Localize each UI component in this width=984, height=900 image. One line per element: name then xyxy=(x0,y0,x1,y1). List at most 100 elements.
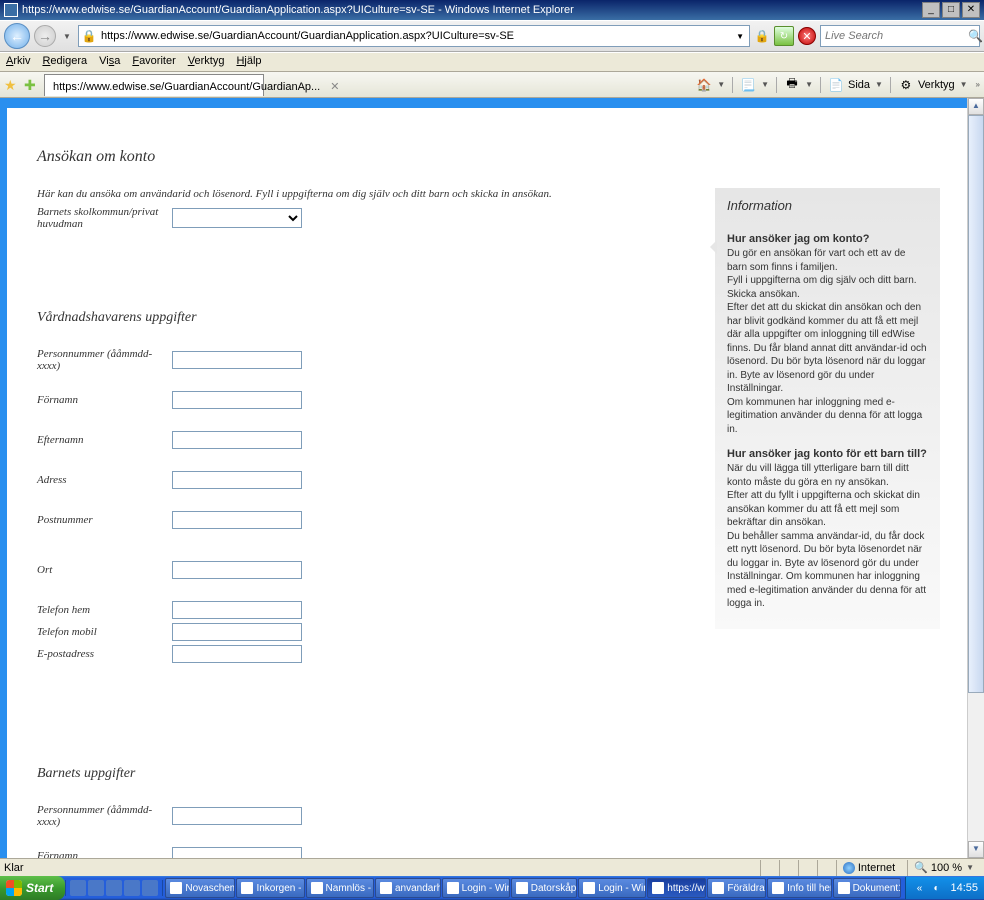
tab-strip: ★ ✚ https://www.edwise.se/GuardianAccoun… xyxy=(0,72,984,98)
scroll-thumb[interactable] xyxy=(968,115,984,693)
task-item[interactable]: Datorskåp fr... xyxy=(511,878,577,898)
history-dropdown[interactable]: ▼ xyxy=(60,26,74,46)
tab-close-icon[interactable]: ✕ xyxy=(330,80,339,93)
school-municipality-select[interactable] xyxy=(172,208,302,228)
task-item[interactable]: Login - Wind... xyxy=(578,878,646,898)
feeds-dropdown[interactable]: ▼ xyxy=(761,80,769,89)
task-item[interactable]: Föräldraråd xyxy=(707,878,766,898)
quick-launch-icon[interactable] xyxy=(70,880,86,896)
forward-button[interactable]: → xyxy=(34,25,56,47)
content-viewport: Ansökan om konto Här kan du ansöka om an… xyxy=(0,98,984,858)
print-dropdown[interactable]: ▼ xyxy=(805,80,813,89)
chevron-right-icon[interactable]: » xyxy=(976,80,980,89)
status-text: Klar xyxy=(4,862,24,874)
app-icon xyxy=(241,882,253,894)
label-child-personnummer: Personnummer (ååmmdd-xxxx) xyxy=(37,804,172,828)
quick-launch-icon[interactable] xyxy=(88,880,104,896)
label-fornamn: Förnamn xyxy=(37,394,172,406)
lock-icon: 🔒 xyxy=(81,28,97,44)
input-guardian-epost[interactable] xyxy=(172,645,302,663)
tools-menu-dropdown[interactable]: ▼ xyxy=(960,80,968,89)
address-input[interactable] xyxy=(101,27,729,45)
tools-menu[interactable]: Verktyg xyxy=(918,79,955,91)
navigation-toolbar: ← → ▼ 🔒 ▼ 🔒 ↻ ✕ 🔍 xyxy=(0,20,984,52)
input-guardian-telefon-mobil[interactable] xyxy=(172,623,302,641)
task-item[interactable]: Namnlös - M... xyxy=(306,878,374,898)
quick-launch-icon[interactable] xyxy=(142,880,158,896)
task-item[interactable]: Login - Wind... xyxy=(442,878,510,898)
tab-title: https://www.edwise.se/GuardianAccount/Gu… xyxy=(53,81,320,93)
zoom-level[interactable]: 🔍100 %▼ xyxy=(907,860,980,876)
input-guardian-adress[interactable] xyxy=(172,471,302,489)
search-icon[interactable]: 🔍 xyxy=(968,29,983,43)
app-icon xyxy=(583,882,595,894)
label-telefon-hem: Telefon hem xyxy=(37,604,172,616)
menu-redigera[interactable]: Redigera xyxy=(42,55,87,69)
menu-verktyg[interactable]: Verktyg xyxy=(188,55,225,69)
form-column: Här kan du ansöka om användarid och löse… xyxy=(37,188,675,858)
page-title: Ansökan om konto xyxy=(37,148,940,166)
menu-arkiv[interactable]: Arkiv xyxy=(6,55,30,69)
info-title: Information xyxy=(727,198,928,213)
input-guardian-postnummer[interactable] xyxy=(172,511,302,529)
close-button[interactable]: ✕ xyxy=(962,2,980,18)
tray-collapse-icon[interactable]: « xyxy=(912,881,926,895)
page-menu-dropdown[interactable]: ▼ xyxy=(875,80,883,89)
info-question-1: Hur ansöker jag om konto? xyxy=(727,233,928,245)
input-guardian-efternamn[interactable] xyxy=(172,431,302,449)
minimize-button[interactable]: _ xyxy=(922,2,940,18)
input-child-personnummer[interactable] xyxy=(172,807,302,825)
security-zone[interactable]: Internet xyxy=(836,860,901,876)
input-guardian-fornamn[interactable] xyxy=(172,391,302,409)
menu-visa[interactable]: Visa xyxy=(99,55,120,69)
intro-text: Här kan du ansöka om användarid och löse… xyxy=(37,188,675,200)
quick-launch-icon[interactable] xyxy=(106,880,122,896)
security-lock-icon[interactable]: 🔒 xyxy=(754,28,770,44)
taskbar-clock[interactable]: 14:55 xyxy=(946,882,978,894)
app-icon xyxy=(712,882,724,894)
task-item-active[interactable]: https://ww... xyxy=(647,878,706,898)
task-item[interactable]: Inkorgen - M... xyxy=(236,878,304,898)
globe-icon xyxy=(843,862,855,874)
browser-tab[interactable]: https://www.edwise.se/GuardianAccount/Gu… xyxy=(44,74,264,96)
app-icon xyxy=(516,882,528,894)
window-title: https://www.edwise.se/GuardianAccount/Gu… xyxy=(22,4,574,16)
child-heading: Barnets uppgifter xyxy=(37,766,675,782)
input-guardian-telefon-hem[interactable] xyxy=(172,601,302,619)
input-child-fornamn[interactable] xyxy=(172,847,302,858)
quick-launch-icon[interactable] xyxy=(124,880,140,896)
task-item[interactable]: anvandarha... xyxy=(375,878,441,898)
page-menu[interactable]: Sida xyxy=(848,79,870,91)
search-input[interactable] xyxy=(825,30,968,42)
tray-icon[interactable]: ◐ xyxy=(929,881,943,895)
add-favorite-icon[interactable]: ✚ xyxy=(24,77,40,93)
guardian-heading: Vårdnadshavarens uppgifter xyxy=(37,310,675,326)
zoom-icon: 🔍 xyxy=(914,861,928,874)
start-button[interactable]: Start xyxy=(0,876,65,900)
stop-button[interactable]: ✕ xyxy=(798,27,816,45)
scroll-up-button[interactable]: ▲ xyxy=(968,98,984,115)
vertical-scrollbar[interactable]: ▲ ▼ xyxy=(967,98,984,858)
home-icon[interactable]: 🏠 xyxy=(696,77,712,93)
task-item[interactable]: Novaschem -... xyxy=(165,878,235,898)
label-epost: E-postadress xyxy=(37,648,172,660)
task-item[interactable]: Dokument1 -... xyxy=(833,878,902,898)
scroll-down-button[interactable]: ▼ xyxy=(968,841,984,858)
favorites-star-icon[interactable]: ★ xyxy=(4,77,20,93)
label-ort: Ort xyxy=(37,564,172,576)
print-icon[interactable]: 🖶 xyxy=(784,77,800,93)
menu-hjalp[interactable]: Hjälp xyxy=(236,55,261,69)
input-guardian-ort[interactable] xyxy=(172,561,302,579)
menu-favoriter[interactable]: Favoriter xyxy=(132,55,175,69)
refresh-button[interactable]: ↻ xyxy=(774,26,794,46)
feeds-icon[interactable]: 📃 xyxy=(740,77,756,93)
input-guardian-personnummer[interactable] xyxy=(172,351,302,369)
ie-icon xyxy=(4,3,18,17)
label-child-fornamn: Förnamn xyxy=(37,850,172,858)
maximize-button[interactable]: □ xyxy=(942,2,960,18)
home-dropdown[interactable]: ▼ xyxy=(717,80,725,89)
app-icon xyxy=(652,882,664,894)
address-dropdown[interactable]: ▼ xyxy=(733,32,747,41)
back-button[interactable]: ← xyxy=(4,23,30,49)
task-item[interactable]: Info till hem... xyxy=(767,878,831,898)
